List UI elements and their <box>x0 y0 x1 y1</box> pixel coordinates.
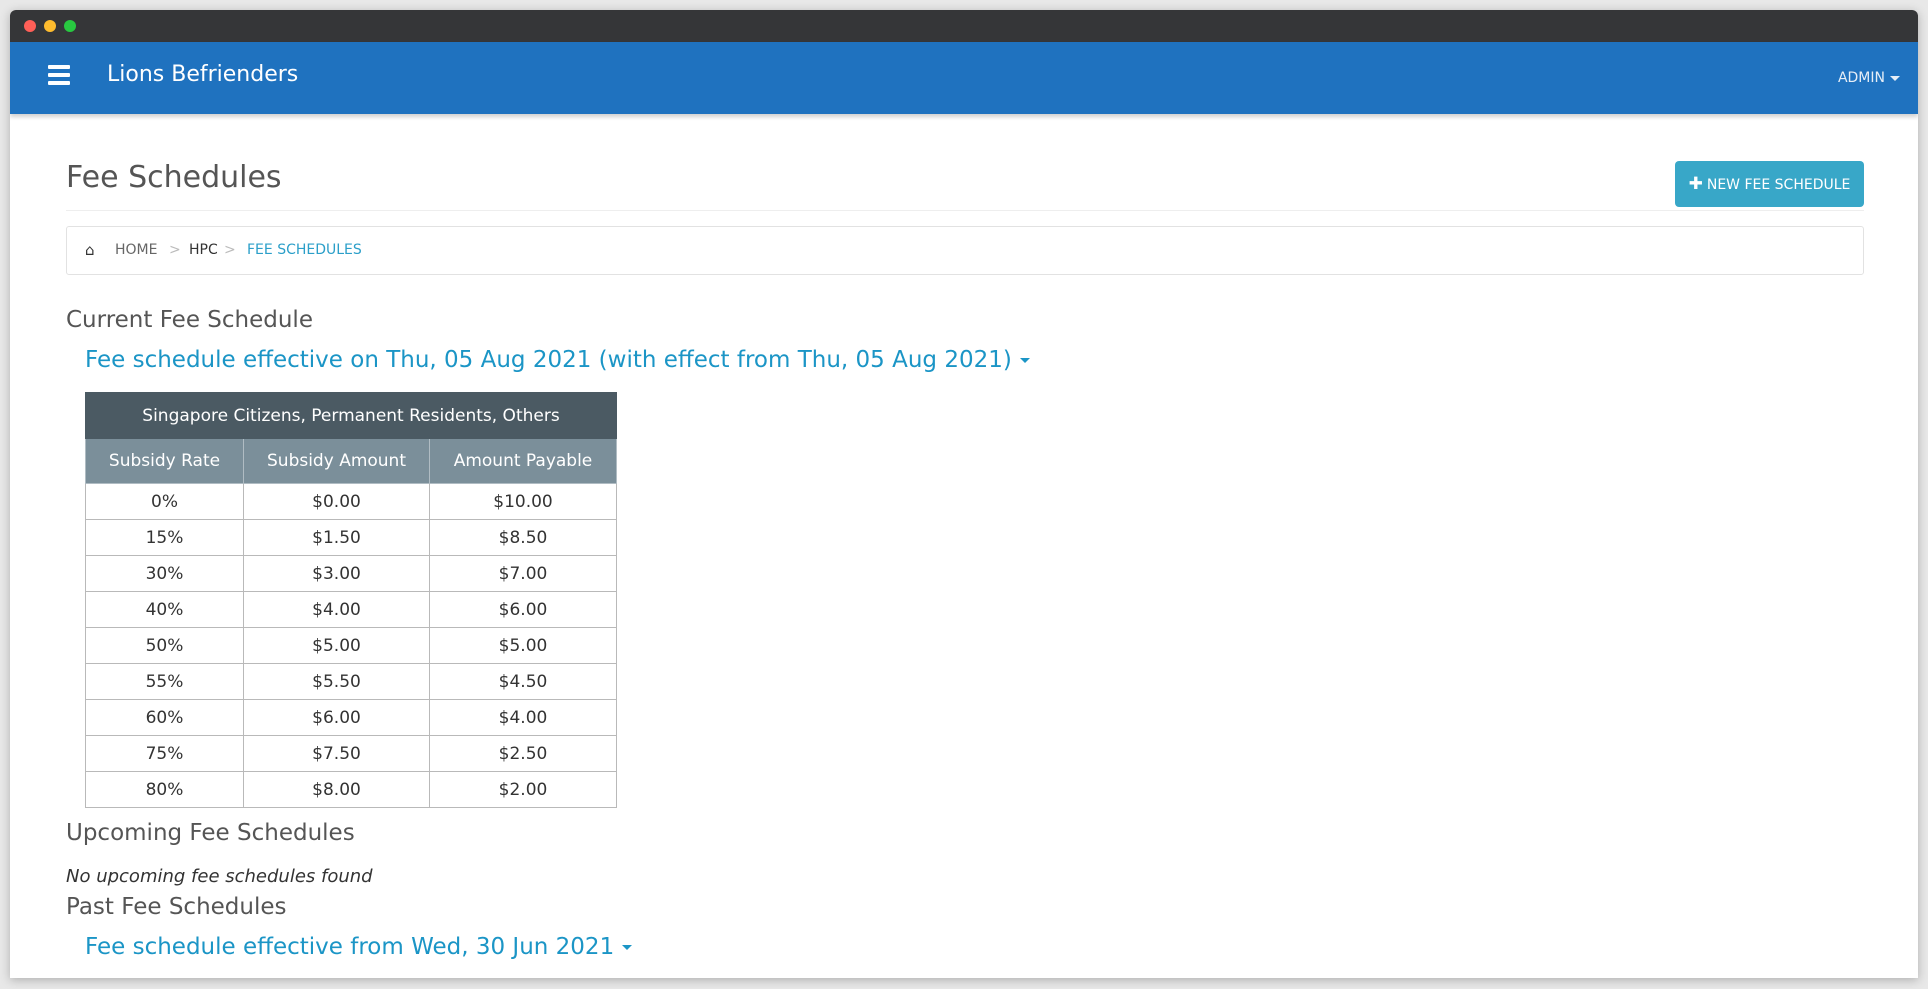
amount-payable-cell: $2.00 <box>429 771 617 808</box>
user-menu-label: ADMIN <box>1837 70 1885 86</box>
subsidy-amount-cell: $6.00 <box>243 699 430 736</box>
new-fee-schedule-label: NEW FEE SCHEDULE <box>1706 177 1851 193</box>
table-row: 50% $5.00 $5.00 <box>85 627 617 664</box>
amount-payable-cell: $4.50 <box>429 663 617 700</box>
table-row: 30% $3.00 $7.00 <box>85 555 617 592</box>
subsidy-amount-cell: $1.50 <box>243 519 430 556</box>
window-titlebar <box>10 10 1918 42</box>
amount-payable-cell: $10.00 <box>429 483 617 520</box>
current-fee-schedule-heading: Current Fee Schedule <box>66 307 313 333</box>
browser-window: Lions Befrienders ADMIN Fee Schedules ✚ N… <box>10 10 1918 978</box>
close-window-button[interactable] <box>24 20 36 32</box>
table-row: 80% $8.00 $2.00 <box>85 771 617 808</box>
minimize-window-button[interactable] <box>44 20 56 32</box>
subsidy-rate-cell: 75% <box>85 735 244 772</box>
caret-down-icon <box>1019 358 1030 363</box>
subsidy-rate-cell: 50% <box>85 627 244 664</box>
hamburger-menu-icon[interactable] <box>48 65 70 87</box>
table-row: 60% $6.00 $4.00 <box>85 699 617 736</box>
caret-down-icon <box>1890 75 1900 81</box>
subsidy-amount-cell: $5.50 <box>243 663 430 700</box>
past-fee-schedules-heading: Past Fee Schedules <box>66 894 287 920</box>
subsidy-amount-cell: $3.00 <box>243 555 430 592</box>
amount-payable-cell: $8.50 <box>429 519 617 556</box>
no-upcoming-message: No upcoming fee schedules found <box>66 866 373 887</box>
column-header-amount-payable: Amount Payable <box>429 438 617 484</box>
user-menu[interactable]: ADMIN <box>1838 70 1900 86</box>
subsidy-amount-cell: $4.00 <box>243 591 430 628</box>
amount-payable-cell: $2.50 <box>429 735 617 772</box>
subsidy-rate-cell: 80% <box>85 771 244 808</box>
column-header-subsidy-rate: Subsidy Rate <box>85 438 244 484</box>
subsidy-rate-cell: 15% <box>85 519 244 556</box>
fee-schedule-table: Singapore Citizens, Permanent Residents,… <box>85 392 617 808</box>
breadcrumb-separator: > <box>224 242 236 258</box>
amount-payable-cell: $6.00 <box>429 591 617 628</box>
table-row: 55% $5.50 $4.50 <box>85 663 617 700</box>
subsidy-amount-cell: $8.00 <box>243 771 430 808</box>
subsidy-rate-cell: 40% <box>85 591 244 628</box>
title-divider <box>66 210 1864 211</box>
amount-payable-cell: $5.00 <box>429 627 617 664</box>
subsidy-rate-cell: 55% <box>85 663 244 700</box>
subsidy-amount-cell: $7.50 <box>243 735 430 772</box>
amount-payable-cell: $4.00 <box>429 699 617 736</box>
breadcrumb-hpc[interactable]: HPC <box>189 227 218 274</box>
top-navbar: Lions Befrienders ADMIN <box>10 42 1918 114</box>
new-fee-schedule-button[interactable]: ✚ NEW FEE SCHEDULE <box>1675 161 1864 207</box>
past-fee-schedule-link: Fee schedule effective from Wed, 30 Jun … <box>85 934 615 960</box>
amount-payable-cell: $7.00 <box>429 555 617 592</box>
current-fee-schedule-link: Fee schedule effective on Thu, 05 Aug 20… <box>85 347 1012 373</box>
subsidy-amount-cell: $0.00 <box>243 483 430 520</box>
home-icon[interactable]: ⌂ <box>85 227 95 274</box>
breadcrumb-separator: > <box>169 242 181 258</box>
past-fee-schedule-toggle[interactable]: Fee schedule effective from Wed, 30 Jun … <box>85 934 633 960</box>
page-title: Fee Schedules <box>66 160 282 195</box>
breadcrumb-home[interactable]: HOME <box>115 227 157 274</box>
table-row: 40% $4.00 $6.00 <box>85 591 617 628</box>
table-row: 15% $1.50 $8.50 <box>85 519 617 556</box>
column-header-subsidy-amount: Subsidy Amount <box>243 438 430 484</box>
upcoming-fee-schedules-heading: Upcoming Fee Schedules <box>66 820 355 846</box>
table-row: 0% $0.00 $10.00 <box>85 483 617 520</box>
table-group-header: Singapore Citizens, Permanent Residents,… <box>85 392 617 439</box>
plus-icon: ✚ <box>1688 174 1703 194</box>
app-brand[interactable]: Lions Befrienders <box>107 62 298 87</box>
subsidy-amount-cell: $5.00 <box>243 627 430 664</box>
breadcrumb-current: FEE SCHEDULES <box>247 242 362 258</box>
caret-down-icon <box>622 945 633 950</box>
breadcrumb: ⌂ HOME > HPC > FEE SCHEDULES <box>66 226 1864 275</box>
current-fee-schedule-toggle[interactable]: Fee schedule effective on Thu, 05 Aug 20… <box>85 347 1030 373</box>
subsidy-rate-cell: 30% <box>85 555 244 592</box>
subsidy-rate-cell: 0% <box>85 483 244 520</box>
subsidy-rate-cell: 60% <box>85 699 244 736</box>
table-row: 75% $7.50 $2.50 <box>85 735 617 772</box>
maximize-window-button[interactable] <box>64 20 76 32</box>
